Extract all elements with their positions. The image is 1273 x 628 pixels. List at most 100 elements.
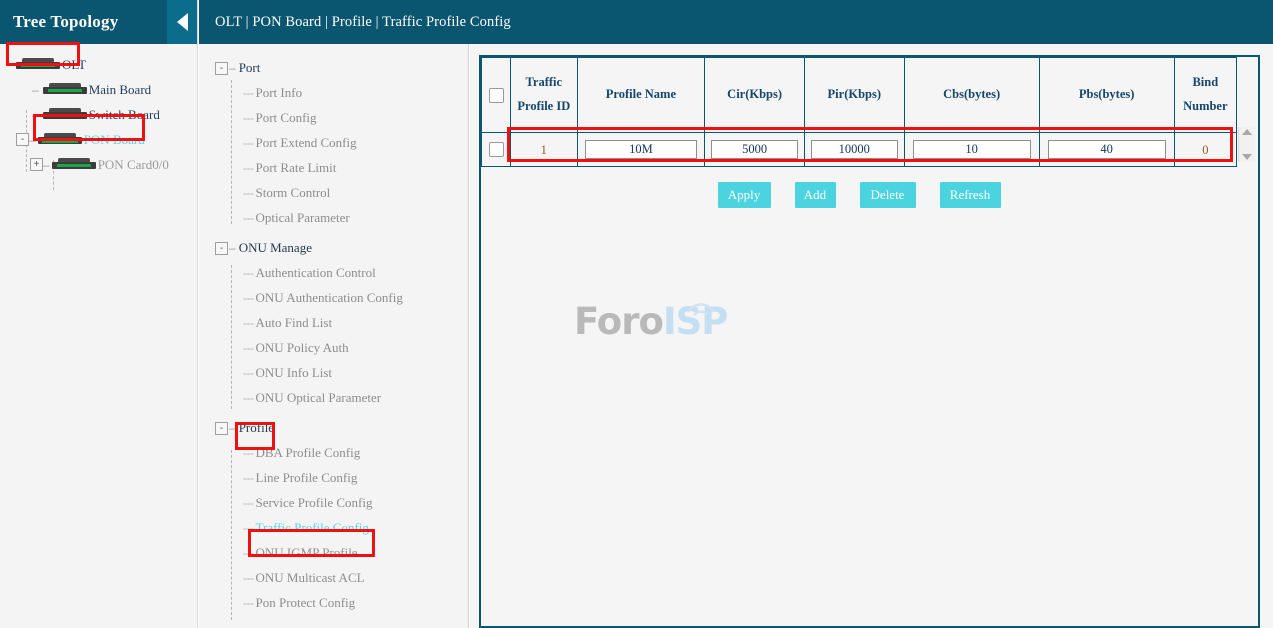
nav-item-port-extend-config[interactable]: --- Port Extend Config xyxy=(199,130,468,155)
nav-group-onu-manage[interactable]: - – ONU Manage xyxy=(199,236,468,260)
traffic-profile-table: Traffic Profile ID Profile Name Cir(Kbps… xyxy=(481,57,1237,167)
nav-branch-icon: --- xyxy=(243,471,254,485)
nav-branch-icon: --- xyxy=(243,446,254,460)
device-chassis-icon xyxy=(52,158,96,171)
device-chassis-icon xyxy=(43,108,87,121)
arrow-down-icon[interactable] xyxy=(1242,154,1252,160)
nav-branch-icon: --- xyxy=(243,211,254,225)
nav-item-service-profile-config[interactable]: --- Service Profile Config xyxy=(199,490,468,515)
row-checkbox[interactable] xyxy=(489,142,504,157)
nav-group-label: Port xyxy=(239,60,261,76)
table-row-scrollbar[interactable] xyxy=(1238,127,1255,162)
device-chassis-icon xyxy=(43,83,87,96)
pbs-input[interactable] xyxy=(1048,140,1166,159)
nav-item-label: Traffic Profile Config xyxy=(256,520,369,536)
nav-item-onu-policy-auth[interactable]: --- ONU Policy Auth xyxy=(199,335,468,360)
tree-node-main-board[interactable]: – Main Board xyxy=(0,77,197,102)
sidebar-collapse-button[interactable] xyxy=(167,0,197,44)
cell-cir xyxy=(705,133,805,167)
table-header-row: Traffic Profile ID Profile Name Cir(Kbps… xyxy=(482,58,1237,133)
tree-node-label: PON Card0/0 xyxy=(98,157,169,173)
tree-branch-icon: – xyxy=(32,108,39,122)
arrow-up-icon[interactable] xyxy=(1242,129,1252,135)
cell-bind-number: 0 xyxy=(1174,133,1236,167)
apply-button[interactable]: Apply xyxy=(718,182,771,208)
nav-item-pon-protect-config[interactable]: --- Pon Protect Config xyxy=(199,590,468,615)
nav-item-label: ONU Policy Auth xyxy=(256,340,349,356)
nav-item-label: ONU Multicast ACL xyxy=(256,570,365,586)
add-button[interactable]: Add xyxy=(795,182,836,208)
tree-node-switch-board[interactable]: – Switch Board xyxy=(0,102,197,127)
refresh-button[interactable]: Refresh xyxy=(940,182,1001,208)
nav-item-auto-find-list[interactable]: --- Auto Find List xyxy=(199,310,468,335)
tree-branch-icon: – xyxy=(29,133,36,147)
tree-node-pon-board[interactable]: - – PON Board xyxy=(0,127,197,152)
nav-branch-icon: --- xyxy=(243,266,254,280)
tree-branch-icon: – xyxy=(43,158,50,172)
tree-node-label: Main Board xyxy=(89,82,151,98)
tree-branch-icon: – xyxy=(229,421,236,435)
cir-input[interactable] xyxy=(711,140,798,159)
tree-topology-body: OLT – Main Board – Switch Board xyxy=(0,44,197,177)
nav-group-profile[interactable]: - – Profile xyxy=(199,416,468,440)
tree-branch-icon: – xyxy=(229,61,236,75)
tree-node-pon-card-0-0[interactable]: + – PON Card0/0 xyxy=(0,152,197,177)
wifi-arc-icon xyxy=(684,295,718,317)
nav-item-optical-parameter[interactable]: --- Optical Parameter xyxy=(199,205,468,230)
nav-item-storm-control[interactable]: --- Storm Control xyxy=(199,180,468,205)
traffic-profile-panel: Traffic Profile ID Profile Name Cir(Kbps… xyxy=(479,55,1260,628)
nav-item-onu-multicast-acl[interactable]: --- ONU Multicast ACL xyxy=(199,565,468,590)
nav-item-onu-igmp-profile[interactable]: --- ONU IGMP Profile xyxy=(199,540,468,565)
nav-group-label: ONU Manage xyxy=(239,240,312,256)
tree-node-olt[interactable]: OLT xyxy=(0,52,197,77)
nav-branch-icon: --- xyxy=(243,496,254,510)
nav-item-label: Authentication Control xyxy=(256,265,376,281)
nav-item-label: Line Profile Config xyxy=(256,470,358,486)
nav-item-port-info[interactable]: --- Port Info xyxy=(199,80,468,105)
profile-name-input[interactable] xyxy=(585,140,697,159)
foroisp-watermark: ForoISP xyxy=(574,303,804,373)
table-row: 1 xyxy=(482,133,1237,167)
nav-branch-icon: --- xyxy=(243,161,254,175)
nav-branch-icon: --- xyxy=(243,316,254,330)
tree-node-label: Switch Board xyxy=(89,107,160,123)
pir-input[interactable] xyxy=(811,140,898,159)
nav-item-label: Auto Find List xyxy=(256,315,333,331)
tree-collapse-toggle[interactable]: - xyxy=(16,133,29,146)
tree-topology-panel: Tree Topology OLT – Main xyxy=(0,0,198,628)
nav-item-label: Port Info xyxy=(256,85,303,101)
cell-cbs xyxy=(904,133,1039,167)
nav-item-onu-info-list[interactable]: --- ONU Info List xyxy=(199,360,468,385)
nav-item-dba-profile-config[interactable]: --- DBA Profile Config xyxy=(199,440,468,465)
nav-item-line-profile-config[interactable]: --- Line Profile Config xyxy=(199,465,468,490)
nav-branch-icon: --- xyxy=(243,546,254,560)
nav-group-toggle[interactable]: - xyxy=(215,62,228,75)
cbs-input[interactable] xyxy=(913,140,1031,159)
nav-branch-icon: --- xyxy=(243,366,254,380)
nav-branch-icon: --- xyxy=(243,596,254,610)
nav-group-toggle[interactable]: - xyxy=(215,242,228,255)
nav-group-toggle[interactable]: - xyxy=(215,422,228,435)
tree-expand-toggle[interactable]: + xyxy=(30,158,43,171)
nav-group-port[interactable]: - – Port xyxy=(199,56,468,80)
triangle-left-icon xyxy=(177,13,188,31)
nav-trunk-line-onu xyxy=(231,265,232,409)
column-header-bind-number: Bind Number xyxy=(1174,58,1236,133)
nav-item-authentication-control[interactable]: --- Authentication Control xyxy=(199,260,468,285)
nav-item-onu-authentication-config[interactable]: --- ONU Authentication Config xyxy=(199,285,468,310)
main-content-area: Traffic Profile ID Profile Name Cir(Kbps… xyxy=(470,44,1273,628)
nav-item-onu-optical-parameter[interactable]: --- ONU Optical Parameter xyxy=(199,385,468,410)
tree-node-label: OLT xyxy=(62,57,86,73)
tree-topology-title: Tree Topology xyxy=(0,12,118,32)
olt-web-management-page: Tree Topology OLT – Main xyxy=(0,0,1273,628)
device-chassis-icon xyxy=(38,133,82,146)
nav-branch-icon: --- xyxy=(243,391,254,405)
nav-item-port-config[interactable]: --- Port Config xyxy=(199,105,468,130)
nav-item-traffic-profile-config[interactable]: --- Traffic Profile Config xyxy=(199,515,468,540)
delete-button[interactable]: Delete xyxy=(860,182,916,208)
nav-item-port-rate-limit[interactable]: --- Port Rate Limit xyxy=(199,155,468,180)
nav-item-label: DBA Profile Config xyxy=(256,445,361,461)
nav-item-label: ONU Optical Parameter xyxy=(256,390,382,406)
nav-branch-icon: --- xyxy=(243,521,254,535)
select-all-checkbox[interactable] xyxy=(489,88,504,103)
